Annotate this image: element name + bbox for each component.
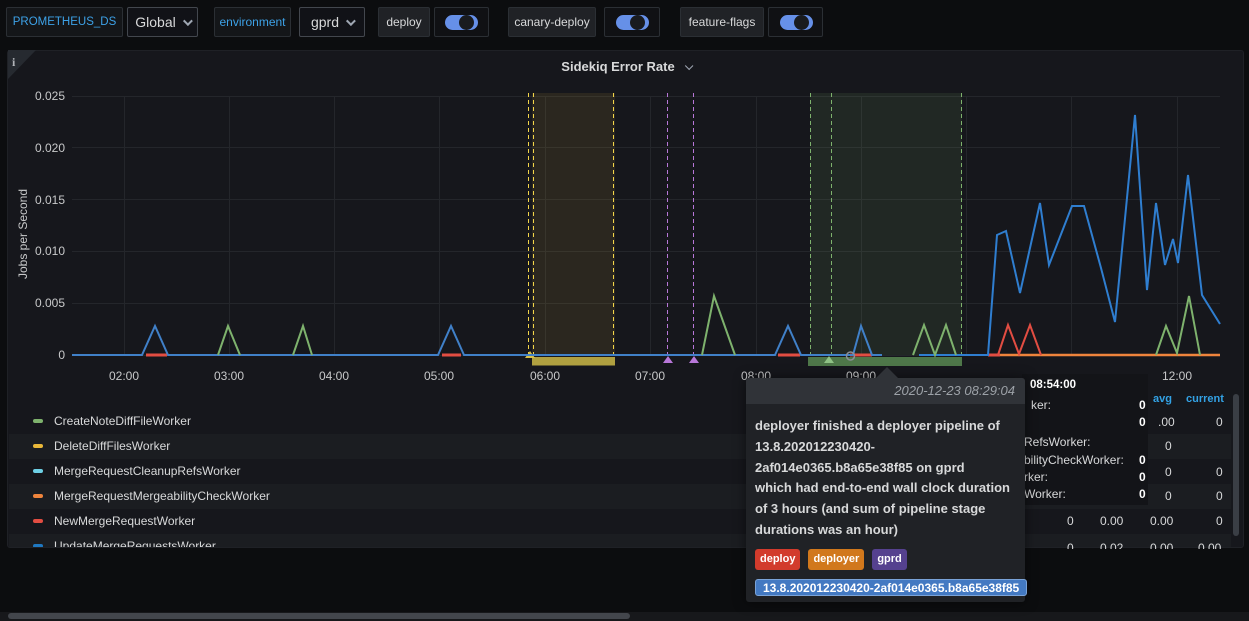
- svg-text:03:00: 03:00: [214, 369, 244, 383]
- svg-text:0.010: 0.010: [35, 244, 65, 258]
- svg-text:Jobs per Second: Jobs per Second: [16, 189, 30, 279]
- svg-text:05:00: 05:00: [424, 369, 454, 383]
- svg-text:06:00: 06:00: [530, 369, 560, 383]
- svg-text:07:00: 07:00: [635, 369, 665, 383]
- svg-text:0.025: 0.025: [35, 89, 65, 103]
- svg-text:0.005: 0.005: [35, 296, 65, 310]
- svg-text:12:00: 12:00: [1162, 369, 1192, 383]
- svg-text:02:00: 02:00: [109, 369, 139, 383]
- svg-text:04:00: 04:00: [319, 369, 349, 383]
- svg-text:0.015: 0.015: [35, 193, 65, 207]
- svg-text:0: 0: [58, 348, 65, 362]
- svg-text:0.020: 0.020: [35, 141, 65, 155]
